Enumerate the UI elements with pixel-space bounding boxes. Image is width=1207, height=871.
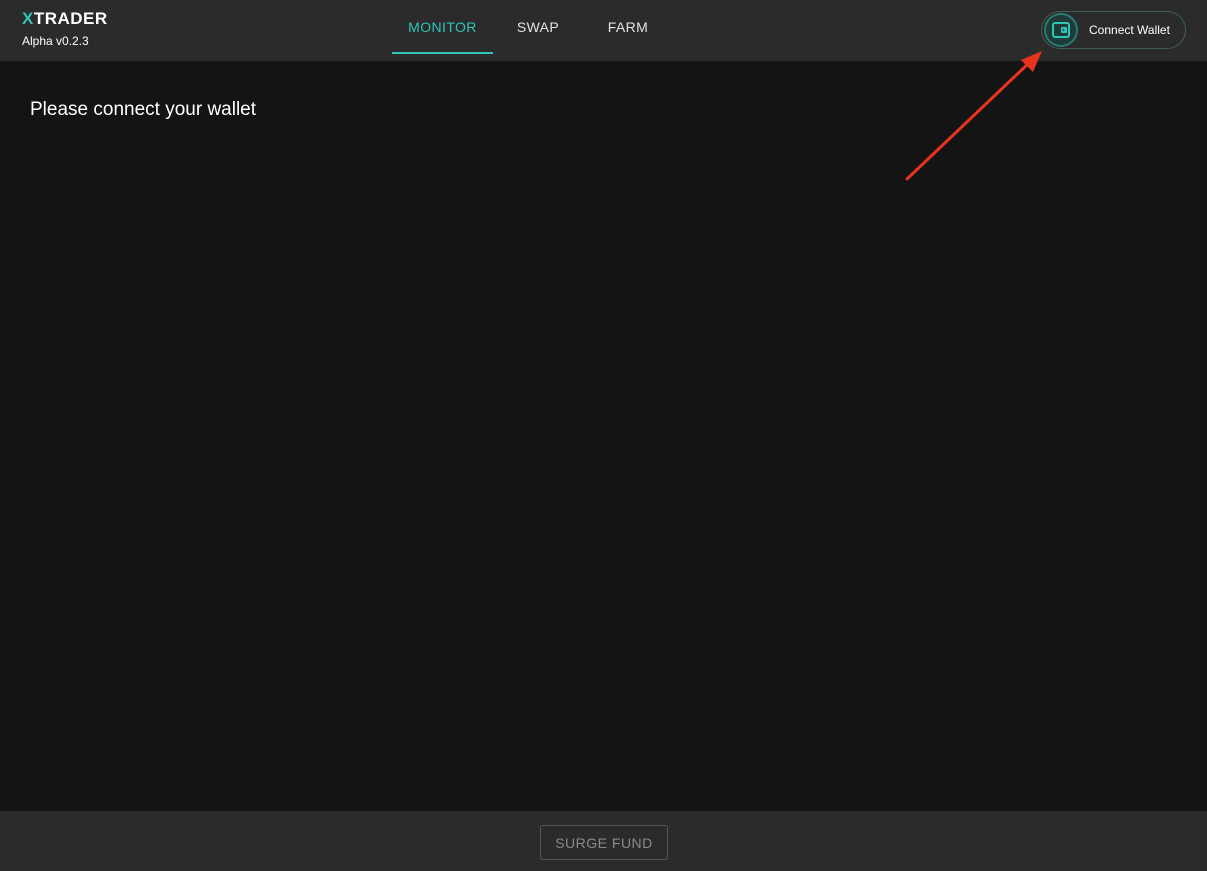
tab-farm[interactable]: FARM [583, 0, 673, 54]
logo-x: X [22, 9, 34, 28]
surge-fund-button[interactable]: SURGE FUND [540, 825, 668, 860]
connect-wallet-label: Connect Wallet [1089, 23, 1170, 37]
top-bar: X TRADER Alpha v0.2.3 MONITOR SWAP FARM C… [0, 0, 1207, 62]
wallet-icon [1044, 13, 1078, 47]
app: X TRADER Alpha v0.2.3 MONITOR SWAP FARM C… [0, 0, 1207, 871]
logo-text: TRADER [33, 9, 108, 28]
footer-bar: SURGE FUND [0, 811, 1207, 871]
main-nav: MONITOR SWAP FARM [392, 0, 673, 62]
brand: X TRADER Alpha v0.2.3 [22, 9, 108, 48]
app-version: Alpha v0.2.3 [22, 34, 89, 48]
app-logo[interactable]: X TRADER [22, 9, 108, 29]
connect-wallet-button[interactable]: Connect Wallet [1041, 11, 1186, 49]
tab-monitor[interactable]: MONITOR [392, 0, 493, 54]
tab-swap[interactable]: SWAP [493, 0, 583, 54]
connect-wallet-prompt: Please connect your wallet [30, 99, 257, 120]
main-content: Please connect your wallet [0, 62, 1207, 811]
